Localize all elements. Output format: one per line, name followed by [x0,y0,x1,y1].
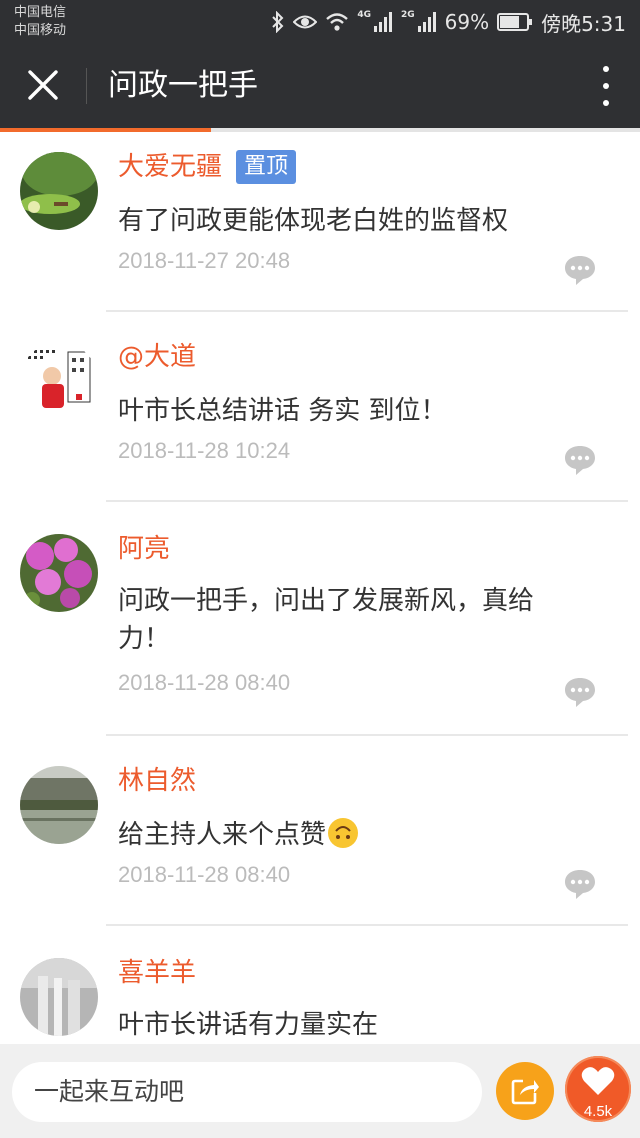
network-type-2: 2G [400,10,415,20]
avatar[interactable] [20,766,98,844]
more-dot [603,100,609,106]
avatar[interactable] [20,534,98,612]
comment-divider [106,500,628,502]
avatar[interactable] [20,152,98,230]
comment-text: 叶市长讲话有力量实在 [118,1010,379,1040]
like-count: 4.5k [583,1103,613,1120]
author-name[interactable]: 大爱无疆 [118,152,222,182]
more-vertical-icon [603,66,609,72]
clock: 傍晚5:31 [541,11,626,36]
upside-down-face-emoji-icon [328,818,359,848]
status-bar: 中国电信 中国移动 4G 2G 69% 傍晚5:31 [0,0,640,44]
bottom-bar: 一起来互动吧 4.5k [0,1044,640,1138]
comment-text: 叶市长总结讲话 务实 到位！ [118,396,447,426]
comment-text: 问政一把手，问出了发展新风，真给力！ [118,586,535,654]
comment-time: 2018-11-28 08:40 [118,862,291,887]
eye-icon [293,15,318,29]
share-button[interactable] [496,1062,554,1120]
comment-divider [106,924,628,926]
more-options-button[interactable] [594,66,618,106]
bluetooth-icon [272,11,284,33]
comment-time: 2018-11-28 10:24 [118,438,291,463]
carrier-info: 中国电信 中国移动 [14,4,66,40]
comment-text: 有了问政更能体现老白姓的监督权 [118,206,509,236]
battery-percent: 69% [444,10,490,34]
comment-time: 2018-11-28 08:40 [118,670,291,695]
pinned-badge: 置顶 [236,150,297,184]
heart-icon [581,1067,615,1095]
reply-comment-icon[interactable] [563,444,597,476]
comment-text: 给主持人来个点赞 [118,816,578,854]
avatar[interactable] [20,342,98,420]
comment-author[interactable]: 林自然 [118,764,196,798]
reply-comment-icon[interactable] [563,868,597,900]
status-icons: 4G 2G 69% 傍晚5:31 [271,8,626,36]
comment-author[interactable]: 大爱无疆 置顶 [118,150,297,184]
comment-author[interactable]: 阿亮 [118,532,170,566]
comment-text-content: 给主持人来个点赞 [118,820,327,850]
comment-divider [106,310,628,312]
share-icon [511,1079,539,1105]
close-icon [28,70,58,100]
comment-author[interactable]: 喜羊羊 [118,956,196,990]
carrier-1: 中国电信 [14,5,67,20]
battery-icon [497,13,533,31]
network-type-1: 4G [357,10,371,20]
like-button[interactable]: 4.5k [565,1056,631,1122]
signal-icon [373,12,392,32]
top-bar: 问政一把手 [0,44,640,130]
reply-comment-icon[interactable] [563,254,597,286]
header-divider [86,68,87,104]
reply-comment-icon[interactable] [563,676,597,708]
close-button[interactable] [20,62,66,108]
page-title: 问政一把手 [108,68,258,103]
comment-list[interactable]: 大爱无疆 置顶 有了问政更能体现老白姓的监督权 2018-11-27 20:48 … [0,132,640,1044]
comment-author[interactable]: @大道 [118,340,196,374]
more-dot [603,83,609,89]
wifi-icon [326,13,349,31]
comment-input[interactable]: 一起来互动吧 [12,1062,482,1122]
carrier-2: 中国移动 [14,23,67,38]
avatar[interactable] [20,958,98,1036]
signal-icon [417,12,436,32]
comment-divider [106,734,628,736]
comment-time: 2018-11-27 20:48 [118,248,291,273]
